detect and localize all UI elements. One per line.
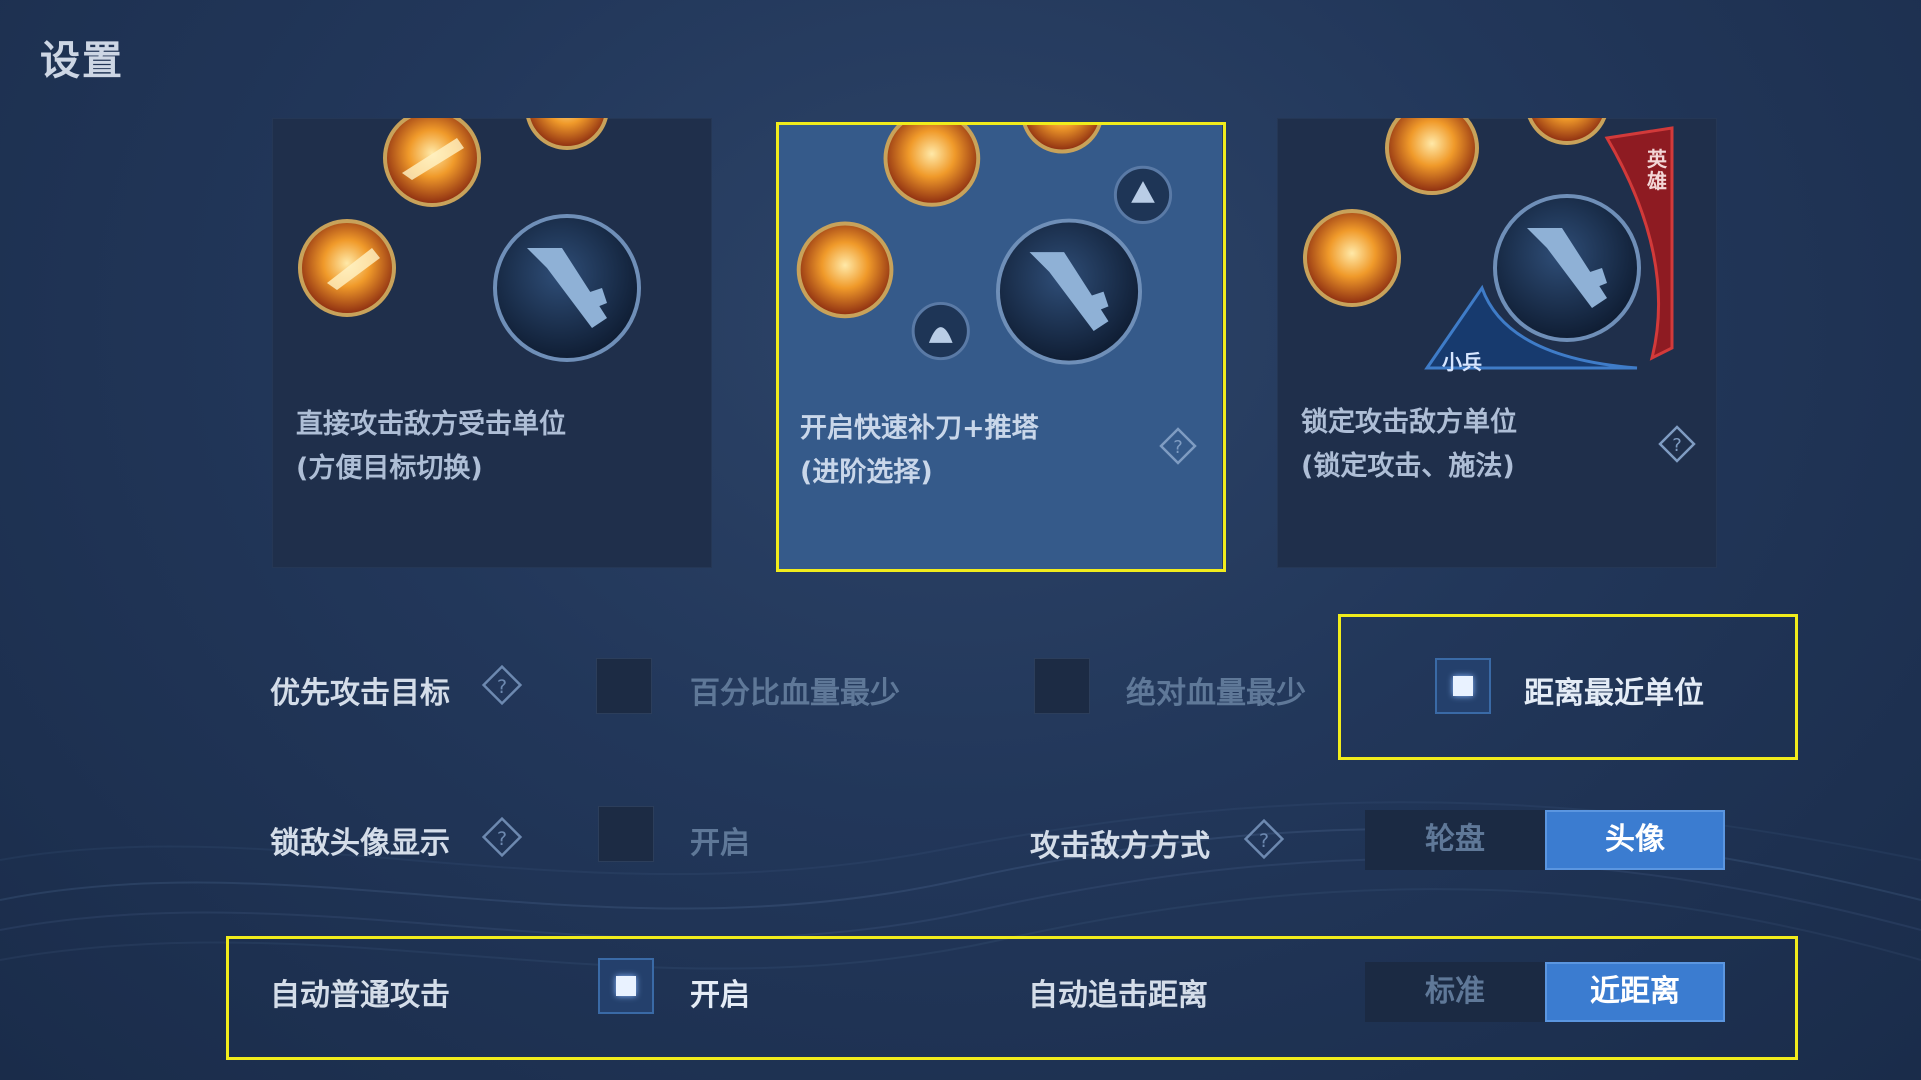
option-lock-avatar-on: 开启 [690,826,750,861]
checkbox-lock-avatar[interactable] [598,806,654,862]
help-icon[interactable]: ? [480,663,524,707]
attack-mode-wheel-button[interactable]: 轮盘 [1365,810,1545,870]
attack-button-icon [996,218,1143,365]
option-percent-hp: 百分比血量最少 [690,676,900,711]
minion-badge-label: 小兵 [1442,350,1482,374]
card-art-direct-attack [298,118,641,362]
svg-text:?: ? [1173,437,1183,458]
chase-distance-standard-button[interactable]: 标准 [1365,962,1545,1022]
chase-distance-near-button[interactable]: 近距离 [1545,962,1725,1022]
help-icon[interactable]: ? [1158,426,1198,466]
checkbox-absolute-hp[interactable] [1034,658,1090,714]
card-quick-last-hit[interactable]: 开启快速补刀+推塔 (进阶选择) ? [776,122,1222,570]
svg-text:?: ? [1672,435,1682,456]
option-absolute-hp: 绝对血量最少 [1126,676,1306,711]
option-nearest-unit: 距离最近单位 [1524,676,1704,711]
priority-target-label: 优先攻击目标 [270,676,450,711]
card-lock-target[interactable]: 英雄 小兵 锁定攻击敌方单位 (锁定攻击、施法) ? [1277,118,1717,568]
attack-button-icon [1493,194,1641,342]
help-icon[interactable]: ? [1657,424,1697,464]
card-description: 开启快速补刀+推塔 (进阶选择) [800,413,1039,488]
option-auto-attack-on: 开启 [690,978,750,1013]
skill-icon-small-left [298,219,396,317]
chase-distance-label: 自动追击距离 [1028,978,1208,1013]
attack-mode-label: 攻击敌方方式 [1030,829,1210,864]
lock-avatar-label: 锁敌头像显示 [270,826,450,861]
card-description: 直接攻击敌方受击单位 (方便目标切换) [296,409,566,484]
skill-icon-small-top [383,118,481,207]
auto-attack-label: 自动普通攻击 [270,978,450,1013]
attack-button-icon [493,214,641,362]
svg-text:?: ? [1259,830,1269,852]
hero-badge-label: 英雄 [1647,147,1667,193]
svg-text:?: ? [497,676,507,698]
checkbox-nearest-unit[interactable] [1435,658,1491,714]
minion-icon [911,301,970,361]
card-art-quick-last-hit [796,122,1173,365]
tower-icon [1113,165,1173,225]
help-icon[interactable]: ? [480,815,524,859]
checkbox-percent-hp[interactable] [596,658,652,714]
card-description: 锁定攻击敌方单位 (锁定攻击、施法) [1301,407,1517,482]
page-title: 设置 [40,38,124,84]
svg-text:?: ? [497,828,507,850]
checkbox-auto-attack[interactable] [598,958,654,1014]
help-icon[interactable]: ? [1242,817,1286,861]
card-direct-attack[interactable]: 直接攻击敌方受击单位 (方便目标切换) [272,118,712,568]
attack-mode-avatar-button[interactable]: 头像 [1545,810,1725,870]
